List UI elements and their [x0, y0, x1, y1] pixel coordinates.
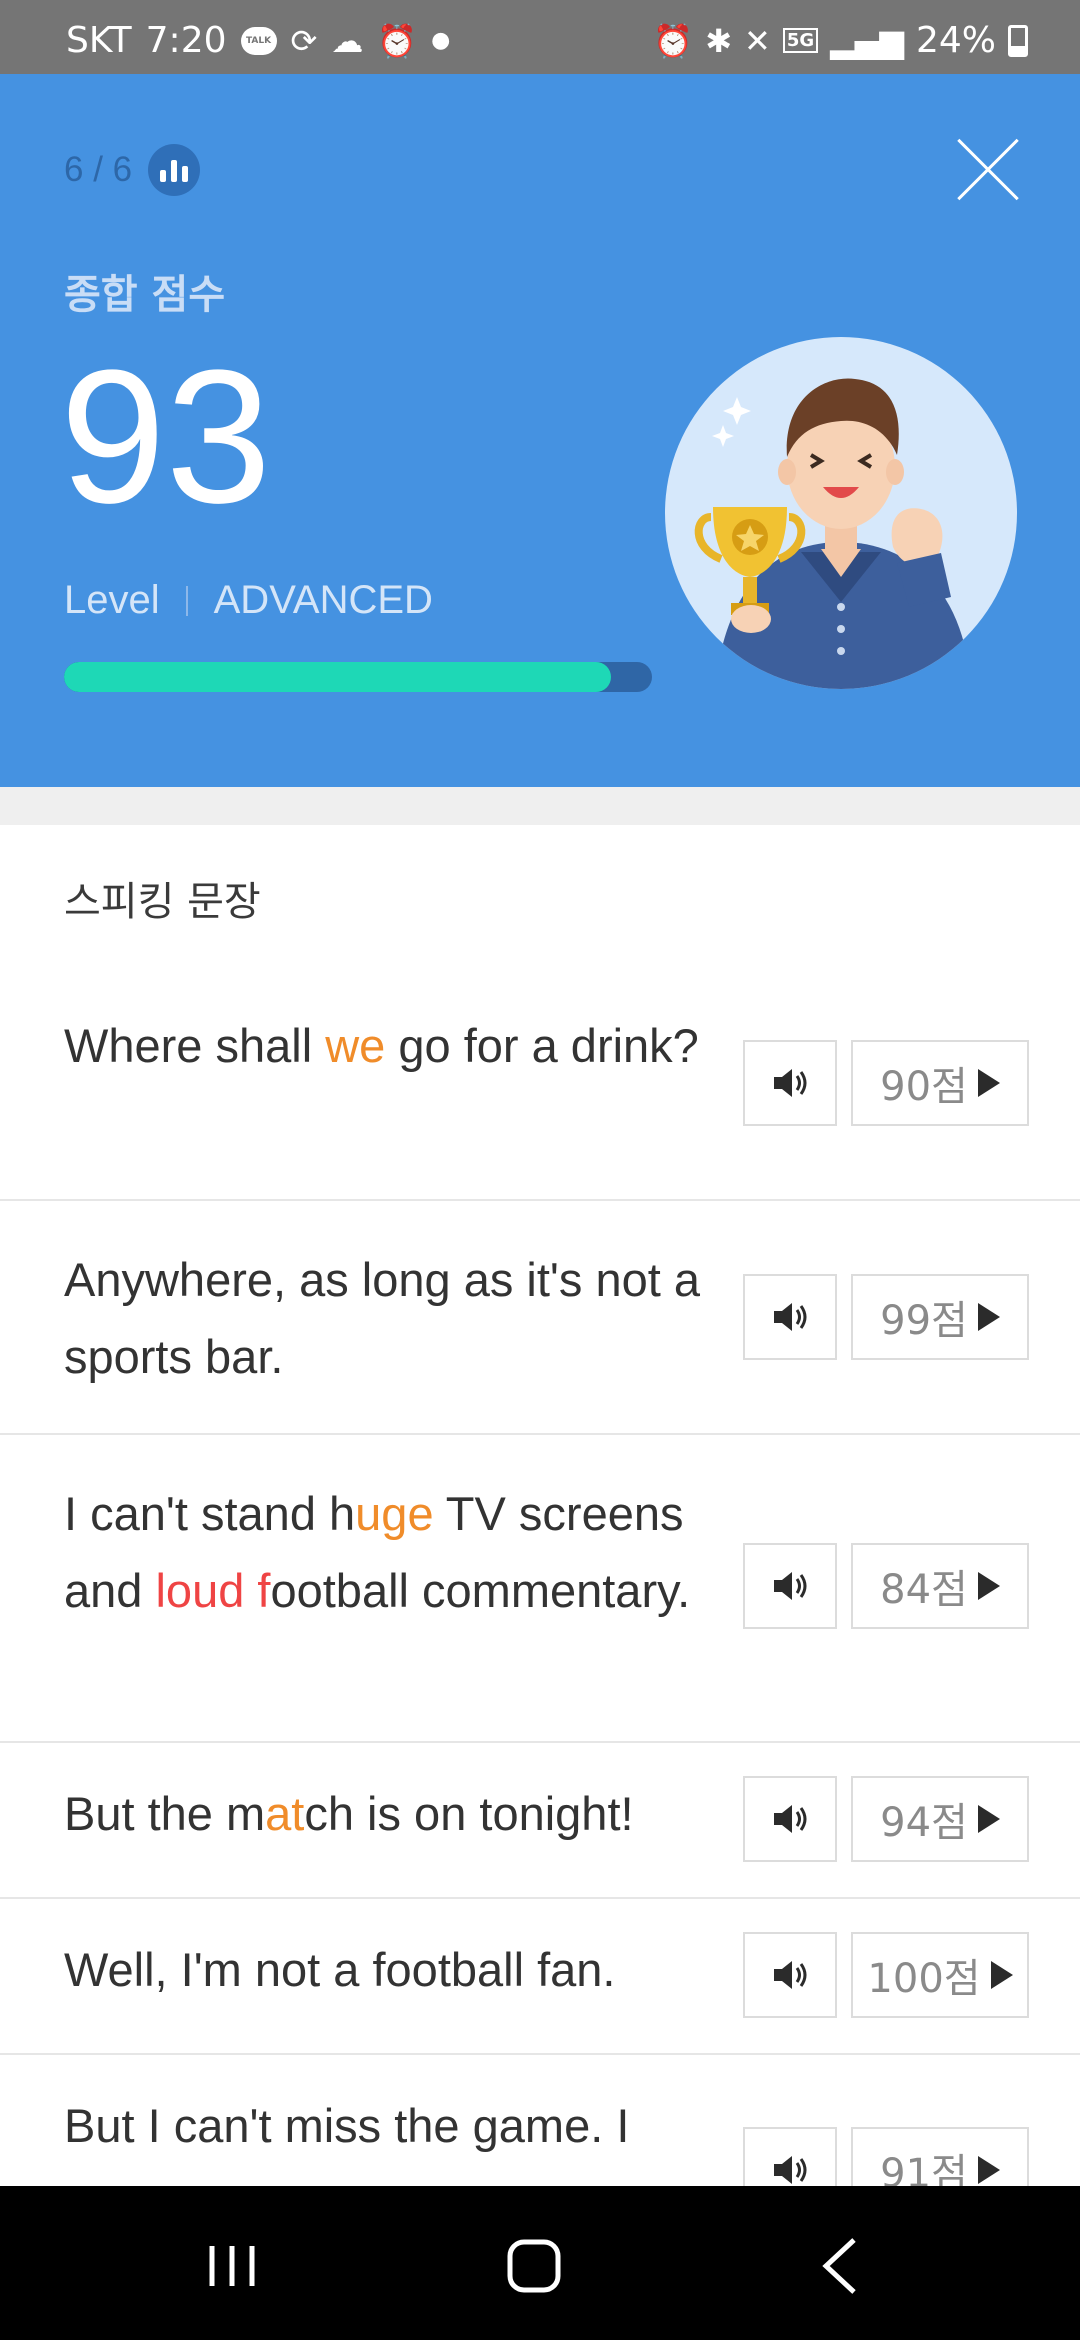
- listen-button[interactable]: [743, 1932, 837, 2018]
- play-icon: [977, 1069, 1000, 1097]
- sentence-row: Well, I'm not a football fan. 100점: [0, 1899, 1080, 2055]
- sentence-segment: ootball commentary.: [270, 1564, 691, 1617]
- sentence-score: 94점: [880, 1800, 968, 1846]
- mispronounced-segment: at: [265, 1787, 305, 1840]
- signal-icon: ▂▄▆: [830, 21, 904, 60]
- sentence-score: 100점: [867, 1956, 981, 2002]
- battery-icon: [1008, 24, 1028, 57]
- sentence-score: 99점: [880, 1298, 968, 1344]
- page-count: 6 / 6: [64, 150, 133, 189]
- level-row: Level ADVANCED: [64, 578, 433, 623]
- play-icon: [990, 1961, 1013, 1989]
- 5g-icon: 5G: [782, 28, 819, 53]
- sentence-row: Where shall we go for a drink? 90점: [0, 967, 1080, 1201]
- sentence-segment: go for a drink?: [385, 1019, 699, 1072]
- section-divider: [0, 787, 1080, 825]
- listen-button[interactable]: [743, 1040, 837, 1126]
- recording-score-button[interactable]: 90점: [851, 1040, 1029, 1126]
- sentence-score: 84점: [880, 1567, 968, 1613]
- listen-button[interactable]: [743, 1274, 837, 1360]
- sentence-row: I can't stand huge TV screens and loud f…: [0, 1435, 1080, 1743]
- recording-score-button[interactable]: 100점: [851, 1932, 1029, 2018]
- speaker-icon: [774, 1572, 807, 1600]
- listen-button[interactable]: [743, 1543, 837, 1629]
- speaker-icon: [774, 1961, 807, 1989]
- score-title: 종합 점수: [64, 272, 226, 318]
- level-progress-bar: [64, 662, 652, 692]
- score-header: 6 / 6 종합 점수 93 Level ADVANCED: [0, 74, 1080, 787]
- recent-apps-icon[interactable]: [192, 2226, 272, 2306]
- sentence-score: 90점: [880, 1064, 968, 1110]
- sentence-row: But the match is on tonight! 94점: [0, 1743, 1080, 1899]
- level-label: Level: [64, 578, 160, 622]
- sentence-text: But the match is on tonight!: [64, 1775, 714, 1852]
- play-icon: [977, 1303, 1000, 1331]
- trophy-character-illustration: [665, 337, 1017, 689]
- sentence-text: I can't stand huge TV screens and loud f…: [64, 1475, 714, 1629]
- total-score: 93: [60, 331, 272, 543]
- mispronounced-segment: loud f: [155, 1564, 271, 1617]
- sentence-segment: Well, I'm not a football fan.: [64, 1943, 616, 1996]
- sentence-text: Anywhere, as long as it's not a sports b…: [64, 1241, 714, 1395]
- kakaotalk-icon: TALK: [240, 26, 277, 55]
- mispronounced-segment: we: [325, 1019, 386, 1072]
- section-header: 스피킹 문장: [0, 825, 1080, 969]
- listen-button[interactable]: [743, 1776, 837, 1862]
- close-button[interactable]: [952, 134, 1024, 206]
- level-value: ADVANCED: [213, 578, 433, 622]
- level-separator: [185, 585, 188, 616]
- carrier: SKT: [66, 20, 132, 61]
- sentence-segment: Where shall: [64, 1019, 326, 1072]
- play-icon: [977, 1805, 1000, 1833]
- mispronounced-segment: uge: [355, 1487, 434, 1540]
- system-nav-bar: [0, 2186, 1080, 2340]
- progress-indicator: 6 / 6: [64, 144, 201, 196]
- speaker-icon: [774, 1303, 807, 1331]
- play-icon: [977, 1572, 1000, 1600]
- status-right: ⏰ ✱ ✕ 5G ▂▄▆ 24%: [653, 20, 1028, 61]
- battery-percent: 24%: [915, 20, 996, 61]
- level-progress-fill: [64, 662, 611, 692]
- section-title: 스피킹 문장: [64, 879, 261, 925]
- speaker-icon: [774, 2156, 807, 2184]
- mute-icon: ✕: [744, 21, 771, 60]
- sentence-row: Anywhere, as long as it's not a sports b…: [0, 1201, 1080, 1435]
- alarm-icon: ⏰: [653, 21, 694, 60]
- status-bar: SKT 7:20 TALK ⟳ ☁ ⏰ ● ⏰ ✱ ✕ 5G ▂▄▆ 24%: [0, 0, 1080, 74]
- bluetooth-icon: ✱: [705, 21, 733, 60]
- sync-icon: ⟳: [290, 21, 318, 60]
- speaker-icon: [774, 1069, 807, 1097]
- character-icon: [694, 378, 971, 689]
- sentence-segment: But I can't miss the game. I: [64, 2099, 630, 2152]
- recording-score-button[interactable]: 94점: [851, 1776, 1029, 1862]
- sentence-text: Well, I'm not a football fan.: [64, 1931, 714, 2008]
- play-icon: [977, 2156, 1000, 2184]
- speaker-icon: [774, 1805, 807, 1833]
- sentence-segment: ch is on tonight!: [304, 1787, 634, 1840]
- alarm-icon: ⏰: [377, 21, 418, 60]
- status-left: SKT 7:20 TALK ⟳ ☁ ⏰ ●: [66, 20, 450, 61]
- sentence-segment: I can't stand h: [64, 1487, 356, 1540]
- weather-icon: ☁: [331, 21, 364, 60]
- back-icon[interactable]: [800, 2226, 880, 2306]
- dot-icon: ●: [431, 27, 451, 53]
- sentence-text: But I can't miss the game. I: [64, 2087, 714, 2164]
- recording-score-button[interactable]: 84점: [851, 1543, 1029, 1629]
- stats-icon[interactable]: [148, 144, 201, 196]
- clock: 7:20: [145, 20, 227, 61]
- recording-score-button[interactable]: 99점: [851, 1274, 1029, 1360]
- home-icon[interactable]: [494, 2226, 574, 2306]
- sentence-segment: But the m: [64, 1787, 266, 1840]
- sentence-segment: Anywhere, as long as it's not a sports b…: [64, 1253, 700, 1383]
- sentence-text: Where shall we go for a drink?: [64, 1007, 714, 1084]
